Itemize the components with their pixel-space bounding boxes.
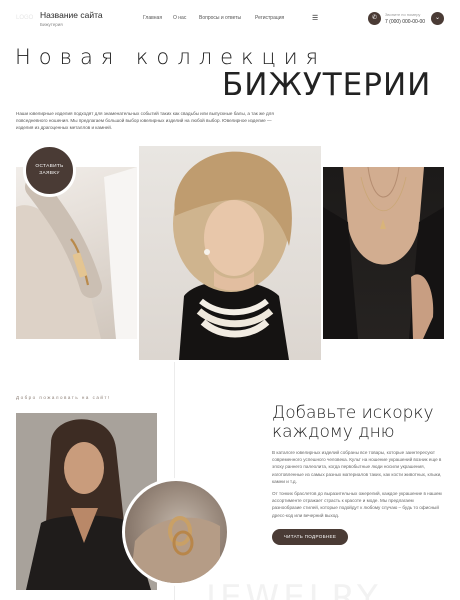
watermark-text: JEWELRY [206, 578, 382, 600]
bracelet-photo [16, 167, 137, 339]
ring-closeup-photo [122, 478, 230, 586]
read-more-button[interactable]: ЧИТАТЬ ПОДРОБНЕЕ [272, 529, 348, 545]
site-logo[interactable]: LOGO [16, 13, 34, 23]
chevron-down-icon[interactable]: ⌄ [431, 12, 444, 25]
phone-number[interactable]: 7 (000) 000-00-00 [385, 19, 425, 25]
phone-icon[interactable]: ✆ [368, 12, 381, 25]
nav-about[interactable]: О нас [173, 15, 186, 21]
site-name[interactable]: Название сайта [40, 10, 103, 20]
nav-register[interactable]: Регистрация [255, 15, 284, 21]
nav-faq[interactable]: Вопросы и ответы [199, 15, 241, 21]
nav-home[interactable]: Главная [143, 15, 162, 21]
leave-request-button[interactable]: ОСТАВИТЬ ЗАЯВКУ [23, 144, 76, 197]
section-title: Добавьте искорку каждому дню [272, 403, 434, 442]
hero-description: Наши ювелирные изделия подходят для знам… [16, 111, 274, 131]
model-portrait-photo [139, 146, 321, 360]
hero-title-line2: БИЖУТЕРИИ [222, 67, 432, 103]
about-paragraph-2: От тонких браслетов до выразительных оже… [272, 491, 442, 518]
site-subtitle: Бижутерия [40, 22, 63, 27]
about-paragraph-1: В каталоге ювелирных изделий собраны все… [272, 450, 442, 484]
hero-title-line1: Новая коллекция [15, 45, 327, 69]
phone-label: Звоните по номеру [385, 12, 421, 17]
site-header: LOGO Название сайта Бижутерия Главная О … [0, 0, 460, 38]
necklace-photo [323, 167, 444, 339]
hamburger-icon[interactable]: ☰ [312, 14, 318, 22]
welcome-text: Добро пожаловать на сайт! [16, 395, 111, 400]
